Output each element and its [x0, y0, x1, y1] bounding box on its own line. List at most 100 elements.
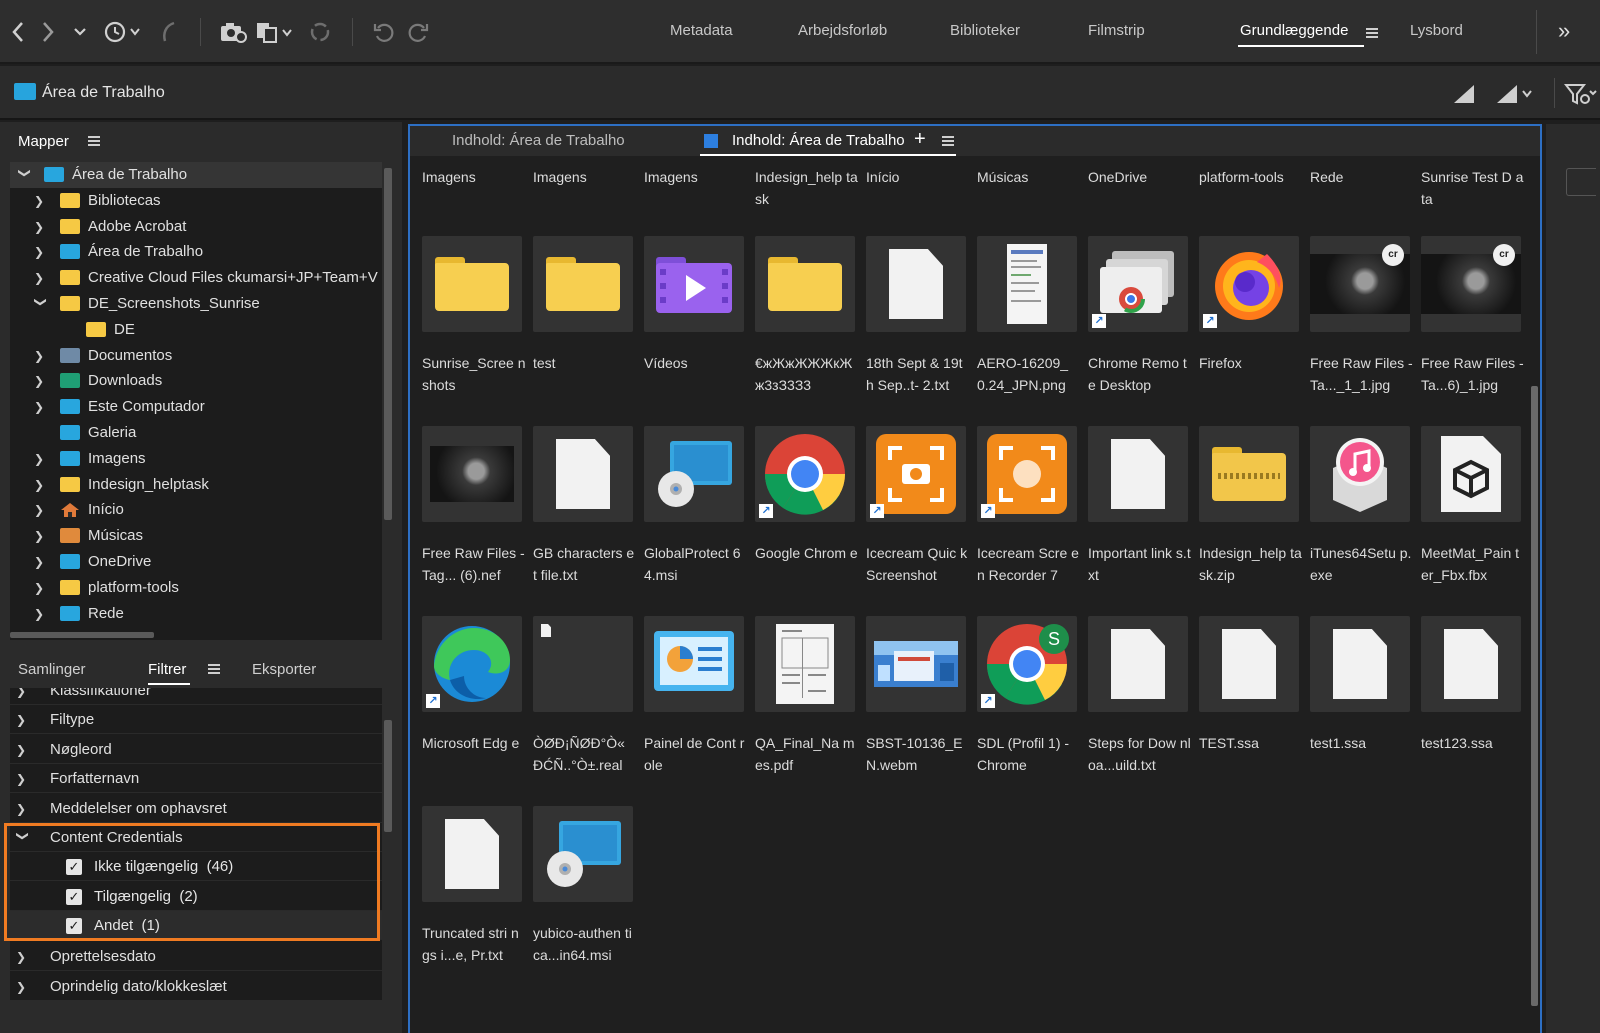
item-thumbnail[interactable]: [1088, 616, 1188, 712]
item-label[interactable]: Rede: [1310, 166, 1414, 188]
add-tab-icon[interactable]: +: [914, 128, 926, 151]
grid-item[interactable]: ÒØÐ¡ÑØÐ°Ò« ÐĆÑ..°Ò±.real: [529, 616, 639, 806]
grid-item[interactable]: Vídeos: [640, 236, 750, 426]
grid-item[interactable]: ↗ Firefox: [1195, 236, 1305, 426]
filter-group-filtype[interactable]: ❯ Filtype: [10, 705, 382, 734]
item-label[interactable]: OneDrive: [1088, 166, 1192, 188]
item-thumbnail[interactable]: [1088, 426, 1188, 522]
workspace-tab-biblioteker[interactable]: Biblioteker: [950, 22, 1020, 39]
item-thumbnail[interactable]: ↗: [755, 426, 855, 522]
history-dropdown-icon[interactable]: [70, 18, 90, 46]
grid-item[interactable]: TEST.ssa: [1195, 616, 1305, 806]
folders-panel-title[interactable]: Mapper: [18, 133, 69, 150]
grid-item[interactable]: ↗ Chrome Remo te Desktop: [1084, 236, 1194, 426]
item-thumbnail[interactable]: [644, 236, 744, 332]
more-workspaces-icon[interactable]: »: [1558, 18, 1570, 44]
tree-item[interactable]: ❯ OneDrive: [10, 549, 382, 575]
filter-list-scrollbar[interactable]: [384, 720, 392, 832]
item-label[interactable]: Truncated stri ngs i...e, Pr.txt: [422, 922, 526, 966]
item-label[interactable]: TEST.ssa: [1199, 732, 1303, 754]
folder-tree-scrollbar[interactable]: [384, 168, 392, 520]
workspace-tab-metadata[interactable]: Metadata: [670, 22, 733, 39]
chevron-down-icon[interactable]: ❯: [34, 297, 48, 311]
camera-import-icon[interactable]: [218, 18, 248, 46]
item-thumbnail[interactable]: ↗: [866, 426, 966, 522]
grid-item[interactable]: ↗ Google Chrom e: [751, 426, 861, 616]
return-icon[interactable]: [156, 18, 182, 46]
item-thumbnail[interactable]: S ↗: [977, 616, 1077, 712]
item-label[interactable]: Vídeos: [644, 352, 748, 374]
grid-item[interactable]: yubico-authen tica...in64.msi: [529, 806, 639, 996]
folders-panel-menu-icon[interactable]: [88, 136, 100, 146]
item-label[interactable]: Imagens: [533, 166, 637, 188]
rotate-right-icon[interactable]: [404, 18, 432, 46]
grid-item[interactable]: Sunrise_Scree nshots: [418, 236, 528, 426]
item-label[interactable]: test123.ssa: [1421, 732, 1525, 754]
tree-item[interactable]: ❯ Indesign_helptask: [10, 472, 382, 498]
chevron-right-icon[interactable]: ❯: [34, 581, 48, 595]
chevron-right-icon[interactable]: ❯: [34, 607, 48, 621]
item-thumbnail[interactable]: [644, 616, 744, 712]
grid-item[interactable]: cr Free Raw Files - Ta..._1_1.jpg: [1306, 236, 1416, 426]
item-label[interactable]: GB characters et file.txt: [533, 542, 637, 586]
item-label[interactable]: Free Raw Files - Ta...6)_1.jpg: [1421, 352, 1525, 396]
item-label[interactable]: Imagens: [644, 166, 748, 188]
tree-item[interactable]: DE: [10, 317, 382, 343]
item-thumbnail[interactable]: ↗: [1199, 236, 1299, 332]
rotate-left-icon[interactable]: [370, 18, 398, 46]
filter-group-forfatternavn[interactable]: ❯ Forfatternavn: [10, 764, 382, 793]
workspace-tab-arbejdsforloeb[interactable]: Arbejdsforløb: [798, 22, 887, 39]
back-icon[interactable]: [8, 18, 28, 46]
grid-item[interactable]: 18th Sept & 19t h Sep..t- 2.txt: [862, 236, 972, 426]
item-thumbnail[interactable]: [755, 616, 855, 712]
item-label[interactable]: platform-tools: [1199, 166, 1303, 188]
grid-item[interactable]: SBST-10136_E N.webm: [862, 616, 972, 806]
workspace-tab-lysbord[interactable]: Lysbord: [1410, 22, 1463, 39]
item-label[interactable]: GlobalProtect 64.msi: [644, 542, 748, 586]
tree-item[interactable]: ❯ Músicas: [10, 523, 382, 549]
item-label[interactable]: Free Raw Files - Tag... (6).nef: [422, 542, 526, 586]
item-label[interactable]: Icecream Scre en Recorder 7: [977, 542, 1081, 586]
item-label[interactable]: Músicas: [977, 166, 1081, 188]
filter-items-icon[interactable]: [1564, 80, 1598, 108]
item-label[interactable]: Indesign_help task: [755, 166, 859, 210]
tree-item[interactable]: Galeria: [10, 420, 382, 446]
grid-item[interactable]: Free Raw Files - Tag... (6).nef: [418, 426, 528, 616]
item-label[interactable]: Indesign_help task.zip: [1199, 542, 1303, 586]
copy-files-icon[interactable]: [254, 18, 296, 46]
grid-item[interactable]: ↗ Microsoft Edg e: [418, 616, 528, 806]
grid-item[interactable]: Painel de Cont role: [640, 616, 750, 806]
forward-icon[interactable]: [38, 18, 58, 46]
workspace-tab-filmstrip[interactable]: Filmstrip: [1088, 22, 1145, 39]
content-tab-1[interactable]: Indhold: Área de Trabalho: [452, 132, 625, 149]
item-label[interactable]: Steps for Dow nloa...uild.txt: [1088, 732, 1192, 776]
filter-panel-menu-icon[interactable]: [208, 664, 220, 674]
grid-item[interactable]: ↗ Icecream Quic k Screenshot: [862, 426, 972, 616]
tree-item[interactable]: ❯ Downloads: [10, 368, 382, 394]
item-label[interactable]: Sunrise Test D ata: [1421, 166, 1525, 210]
item-thumbnail[interactable]: [533, 426, 633, 522]
grid-item[interactable]: S ↗ SDL (Profil 1) - Chrome: [973, 616, 1083, 806]
chevron-right-icon[interactable]: ❯: [34, 503, 48, 517]
tree-item[interactable]: ❯ Creative Cloud Files ckumarsi+JP+Team+V: [10, 265, 382, 291]
tree-item[interactable]: ❯ Documentos: [10, 343, 382, 369]
item-thumbnail[interactable]: ↗: [977, 426, 1077, 522]
item-thumbnail[interactable]: cr: [1421, 236, 1521, 332]
item-thumbnail[interactable]: [533, 616, 633, 712]
chevron-right-icon[interactable]: ❯: [34, 529, 48, 543]
item-label[interactable]: test1.ssa: [1310, 732, 1414, 754]
item-thumbnail[interactable]: [422, 236, 522, 332]
item-label[interactable]: yubico-authen tica...in64.msi: [533, 922, 637, 966]
tree-item[interactable]: ❯ Área de Trabalho: [10, 162, 382, 188]
tree-item[interactable]: ❯ Imagens: [10, 446, 382, 472]
item-thumbnail[interactable]: [1421, 616, 1521, 712]
item-thumbnail[interactable]: [866, 236, 966, 332]
item-thumbnail[interactable]: [977, 236, 1077, 332]
chevron-right-icon[interactable]: ❯: [34, 220, 48, 234]
item-label[interactable]: MeetMat_Pain ter_Fbx.fbx: [1421, 542, 1525, 586]
recent-items-icon[interactable]: [102, 18, 144, 46]
grid-item[interactable]: cr Free Raw Files - Ta...6)_1.jpg: [1417, 236, 1527, 426]
chevron-right-icon[interactable]: ❯: [34, 271, 48, 285]
chevron-right-icon[interactable]: ❯: [34, 452, 48, 466]
item-thumbnail[interactable]: [533, 236, 633, 332]
